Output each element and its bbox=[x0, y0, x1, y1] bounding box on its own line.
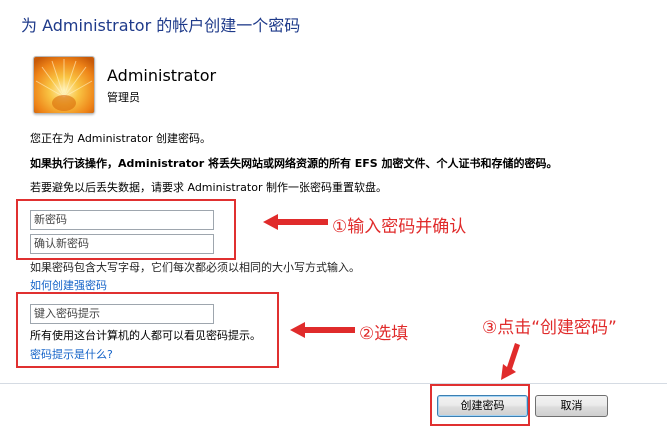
annotation-step3: ③点击“创建密码” bbox=[482, 318, 617, 338]
case-sensitivity-note: 如果密码包含大写字母，它们每次都必须以相同的大小写方式输入。 bbox=[30, 261, 360, 274]
account-role: 管理员 bbox=[107, 91, 140, 104]
warning-text: 如果执行该操作，Administrator 将丢失网站或网络资源的所有 EFS … bbox=[30, 157, 558, 170]
arrow-left-icon bbox=[263, 214, 328, 230]
flower-avatar-icon bbox=[33, 56, 95, 114]
create-password-button[interactable]: 创建密码 bbox=[437, 395, 528, 417]
annotation-box-hint bbox=[16, 292, 279, 368]
page-title: 为 Administrator 的帐户创建一个密码 bbox=[21, 16, 301, 35]
strong-password-link[interactable]: 如何创建强密码 bbox=[30, 277, 107, 293]
arrow-down-left-icon bbox=[501, 343, 520, 380]
reset-disk-note: 若要避免以后丢失数据，请要求 Administrator 制作一张密码重置软盘。 bbox=[30, 181, 387, 194]
annotation-step1: ①输入密码并确认 bbox=[332, 217, 467, 237]
annotation-box-password bbox=[16, 199, 236, 260]
account-name: Administrator bbox=[107, 66, 217, 85]
info-text: 您正在为 Administrator 创建密码。 bbox=[30, 132, 211, 145]
cancel-button[interactable]: 取消 bbox=[535, 395, 608, 417]
annotation-step2: ②选填 bbox=[359, 324, 409, 344]
footer-divider bbox=[0, 383, 667, 384]
arrow-left-icon bbox=[290, 322, 355, 338]
